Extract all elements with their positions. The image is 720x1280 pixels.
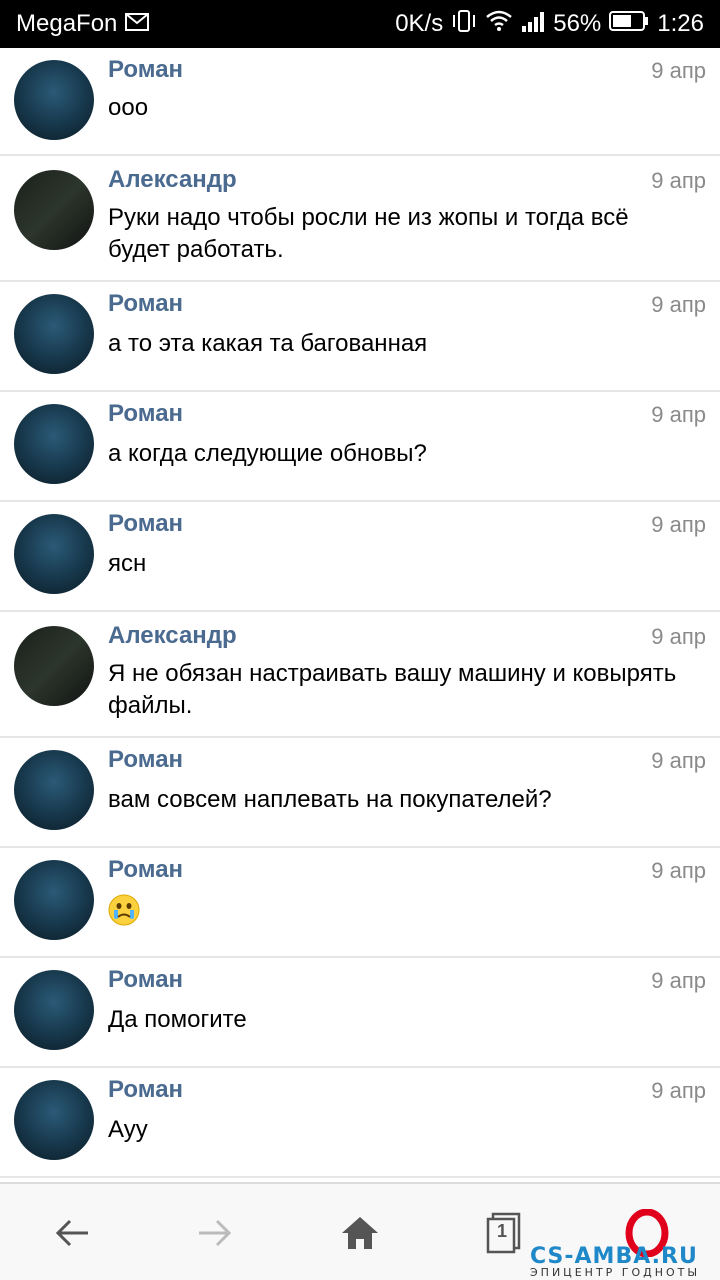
roman-avatar[interactable] — [14, 1080, 94, 1160]
message-item[interactable]: Роман 9 апр вам совсем наплевать на поку… — [0, 738, 720, 848]
message-date: 9 апр — [651, 624, 706, 649]
message-date: 9 апр — [651, 748, 706, 773]
message-item[interactable]: Александр 9 апр Я не обязан настраивать … — [0, 612, 720, 738]
message-item[interactable]: Роман 9 апр — [0, 848, 720, 958]
message-item[interactable]: Роман 9 апр Да помогите — [0, 958, 720, 1068]
message-text: Да помогите — [108, 1006, 247, 1033]
message-date: 9 апр — [651, 968, 706, 993]
message-list[interactable]: Роман 9 апр ооо Александр 9 апр Руки над… — [0, 48, 720, 1180]
roman-avatar[interactable] — [14, 970, 94, 1050]
message-text: а то эта какая та багованная — [108, 330, 428, 357]
roman-avatar[interactable] — [14, 514, 94, 594]
sender-name[interactable]: Роман — [108, 400, 183, 428]
message-date: 9 апр — [651, 402, 706, 427]
sender-name[interactable]: Роман — [108, 1076, 183, 1104]
clock: 1:26 — [657, 10, 704, 37]
message-text: ооо — [108, 94, 149, 121]
sender-name[interactable]: Роман — [108, 966, 183, 994]
vibrate-icon — [451, 9, 477, 40]
battery-icon — [609, 10, 649, 39]
message-text — [108, 894, 680, 935]
sender-name[interactable]: Роман — [108, 856, 183, 884]
message-text: вам совсем наплевать на покупателей? — [108, 786, 552, 813]
battery-percent: 56% — [553, 10, 602, 37]
message-date: 9 апр — [651, 292, 706, 317]
sender-name[interactable]: Александр — [108, 622, 237, 650]
message-date: 9 апр — [651, 512, 706, 537]
carrier-label: MegaFon — [16, 10, 118, 37]
sender-name[interactable]: Роман — [108, 510, 183, 538]
message-text: Руки надо чтобы росли не из жопы и тогда… — [108, 204, 629, 263]
arrow-left-icon[interactable] — [45, 1206, 99, 1260]
message-item[interactable]: Роман 9 апр Ауу — [0, 1068, 720, 1178]
message-text: Ауу — [108, 1116, 148, 1143]
status-bar: MegaFon 0K/s 56% 1:26 — [0, 0, 720, 48]
tabs-count: 1 — [497, 1221, 508, 1241]
watermark-subtitle: ЭПИЦЕНТР ГОДНОТЫ — [530, 1266, 701, 1279]
mail-icon — [125, 10, 150, 38]
roman-avatar[interactable] — [14, 750, 94, 830]
signal-icon — [521, 10, 545, 39]
home-icon[interactable] — [333, 1206, 387, 1260]
crying-emoji-icon — [108, 894, 140, 926]
roman-avatar[interactable] — [14, 404, 94, 484]
sender-name[interactable]: Роман — [108, 56, 183, 84]
roman-avatar[interactable] — [14, 294, 94, 374]
message-item[interactable]: Роман 9 апр а то эта какая та багованная — [0, 282, 720, 392]
message-text: а когда следующие обновы? — [108, 440, 427, 467]
message-date: 9 апр — [651, 58, 706, 83]
message-item[interactable]: Роман 9 апр ооо — [0, 48, 720, 156]
message-date: 9 апр — [651, 858, 706, 883]
tabs-button[interactable]: 1 — [477, 1206, 531, 1260]
message-item[interactable]: Роман 9 апр а когда следующие обновы? — [0, 392, 720, 502]
alexander-avatar[interactable] — [14, 626, 94, 706]
sender-name[interactable]: Роман — [108, 746, 183, 774]
message-text: Я не обязан настраивать вашу машину и ко… — [108, 660, 677, 719]
message-text: ясн — [108, 550, 147, 577]
message-date: 9 апр — [651, 1078, 706, 1103]
sender-name[interactable]: Роман — [108, 290, 183, 318]
network-speed: 0K/s — [395, 10, 444, 37]
roman-avatar[interactable] — [14, 860, 94, 940]
message-date: 9 апр — [651, 168, 706, 193]
roman-avatar[interactable] — [14, 60, 94, 140]
arrow-right-icon[interactable] — [188, 1206, 242, 1260]
message-item[interactable]: Александр 9 апр Руки надо чтобы росли не… — [0, 156, 720, 282]
alexander-avatar[interactable] — [14, 170, 94, 250]
wifi-icon — [485, 10, 513, 39]
sender-name[interactable]: Александр — [108, 166, 237, 194]
message-item[interactable]: Роман 9 апр ясн — [0, 502, 720, 612]
